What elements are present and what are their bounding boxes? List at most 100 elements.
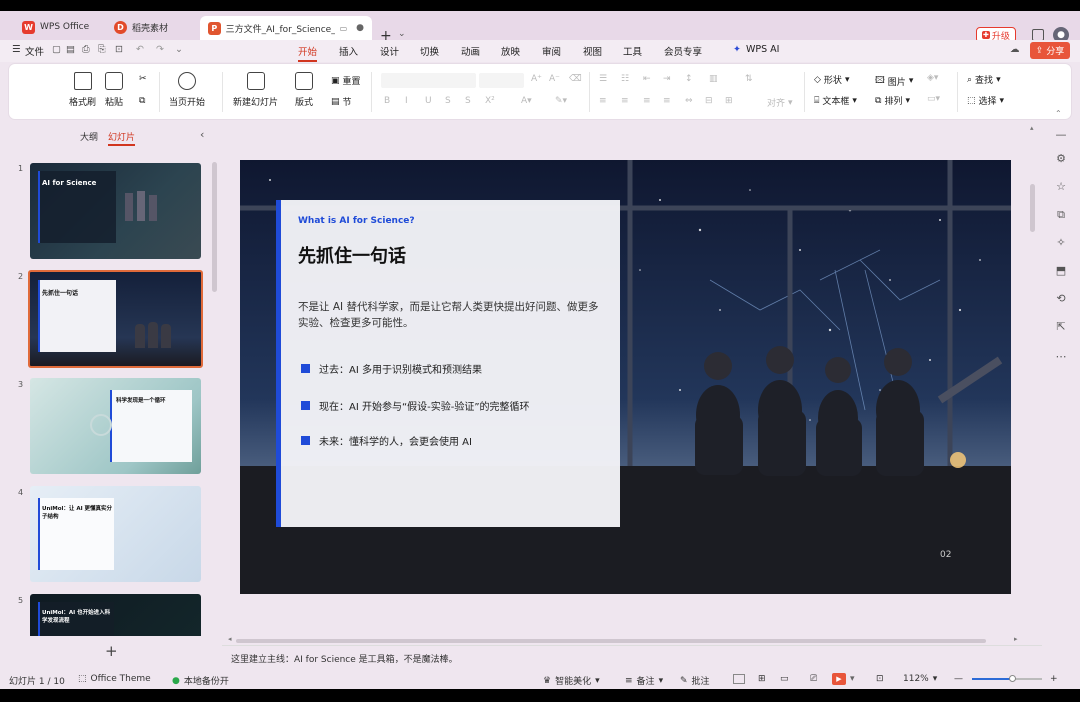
copy-icon[interactable]: ⧉: [139, 96, 145, 106]
paste-button[interactable]: 粘贴: [105, 72, 123, 108]
add-slide-plus-icon[interactable]: +: [105, 642, 118, 660]
undo-icon[interactable]: ↶: [136, 44, 144, 55]
file-menu[interactable]: 文件: [25, 44, 44, 58]
slide-thumbnail-2[interactable]: 先抓住一句话: [28, 270, 203, 368]
grow-font-icon[interactable]: A⁺: [531, 74, 542, 84]
menu-view[interactable]: 视图: [583, 44, 602, 58]
slides-tab[interactable]: 幻灯片: [108, 130, 136, 146]
canvas-vertical-scrollbar[interactable]: [1030, 184, 1035, 232]
zoom-slider[interactable]: [972, 675, 1042, 682]
cut-icon[interactable]: ✂: [139, 74, 147, 84]
menu-home[interactable]: 开始: [298, 44, 318, 62]
shrink-font-icon[interactable]: A⁻: [549, 74, 560, 84]
cloud-icon[interactable]: ☁: [1010, 44, 1020, 55]
canvas-horizontal-scrollbar[interactable]: [236, 639, 986, 643]
columns-icon[interactable]: ▥: [709, 74, 718, 84]
menu-animation[interactable]: 动画: [461, 44, 480, 58]
format-painter-button[interactable]: 格式刷: [69, 72, 96, 108]
decrease-indent-icon[interactable]: ⇤: [643, 74, 651, 84]
text-direction-icon[interactable]: ⇅: [745, 74, 753, 84]
sorter-view-icon[interactable]: ⊞: [758, 674, 766, 684]
shadow-icon[interactable]: S: [465, 96, 471, 106]
align-center-icon[interactable]: ≡: [621, 96, 629, 106]
text-fit-icon[interactable]: ⊞: [725, 96, 733, 106]
menu-review[interactable]: 审阅: [542, 44, 561, 58]
menu-slideshow[interactable]: 放映: [501, 44, 520, 58]
reading-view-icon[interactable]: ▭: [780, 674, 789, 684]
layout-button[interactable]: 版式: [295, 72, 313, 108]
zoom-slider-thumb[interactable]: [1009, 675, 1016, 682]
notes-button[interactable]: ≡ 备注 ▾: [625, 674, 663, 688]
scroll-right-icon[interactable]: ▸: [1014, 635, 1018, 643]
line-spacing-icon[interactable]: ↕: [685, 74, 693, 84]
star-icon[interactable]: ☆: [1054, 180, 1068, 194]
select-button[interactable]: ⬚ 选择 ▾: [967, 94, 1004, 108]
slide-thumbnail-3[interactable]: 科学发现是一个循环: [30, 378, 201, 474]
content-card[interactable]: What is AI for Science? 先抓住一句话 不是让 AI 替代…: [276, 200, 620, 527]
backup-button[interactable]: ● 本地备份开: [172, 674, 229, 688]
save-icon[interactable]: ▤: [66, 44, 75, 55]
highlight-icon[interactable]: ✎▾: [555, 96, 567, 106]
align-left-icon[interactable]: ≡: [599, 96, 607, 106]
font-size-select[interactable]: [479, 73, 524, 88]
slide-thumbnail-5[interactable]: UniMol：AI 也开始进入科学发现流程: [30, 594, 201, 636]
align-button[interactable]: 对齐 ▾: [767, 96, 793, 110]
play-slideshow-button[interactable]: ▶: [832, 673, 846, 685]
slideshow-settings-icon[interactable]: ⎚: [810, 674, 817, 684]
vertical-align-icon[interactable]: ⊟: [705, 96, 713, 106]
clear-format-icon[interactable]: ⌫: [569, 74, 582, 84]
image-edit-icon[interactable]: ⬒: [1054, 264, 1068, 278]
numbered-list-icon[interactable]: ☷: [621, 74, 629, 84]
tab-current-presentation[interactable]: P 三方文件_AI_for_Science_l ▭ ●: [200, 16, 372, 40]
outline-tab[interactable]: 大纲: [80, 130, 98, 143]
underline-icon[interactable]: U: [425, 96, 432, 106]
distribute-icon[interactable]: ⇔: [685, 96, 693, 106]
share-button[interactable]: ⇪ 分享: [1030, 42, 1070, 59]
tab-dropdown-icon[interactable]: ⌄: [398, 29, 406, 39]
from-current-button[interactable]: 当页开始: [169, 72, 205, 108]
new-slide-button[interactable]: 新建幻灯片: [233, 72, 278, 108]
tab-wps-office[interactable]: W WPS Office: [14, 16, 97, 38]
collapse-ribbon-icon[interactable]: ⌃: [1055, 109, 1062, 118]
menu-wps-ai[interactable]: WPS AI: [746, 44, 779, 55]
menu-design[interactable]: 设计: [380, 44, 399, 58]
notes-pane[interactable]: 这里建立主线：AI for Science 是工具箱，不是魔法棒。: [222, 645, 1042, 669]
more-icon[interactable]: ⋯: [1054, 350, 1068, 364]
zoom-out-icon[interactable]: —: [954, 674, 963, 684]
zoom-level[interactable]: 112% ▾: [903, 674, 937, 684]
italic-icon[interactable]: I: [405, 96, 408, 106]
more-quick-icon[interactable]: ⌄: [175, 44, 183, 55]
export-icon[interactable]: ⎙: [82, 44, 90, 55]
menu-insert[interactable]: 插入: [339, 44, 358, 58]
slideshow-dropdown-icon[interactable]: ▾: [850, 674, 855, 684]
font-color-icon[interactable]: A▾: [521, 96, 532, 106]
slide-thumbnail-1[interactable]: AI for Science: [30, 163, 201, 259]
magic-icon[interactable]: ✧: [1054, 236, 1068, 250]
open-icon[interactable]: ▢: [52, 44, 61, 55]
current-slide[interactable]: What is AI for Science? 先抓住一句话 不是让 AI 替代…: [240, 160, 1011, 594]
strikethrough-icon[interactable]: S: [445, 96, 451, 106]
comment-button[interactable]: ✎ 批注: [680, 674, 710, 688]
arrange-button[interactable]: ⧉ 排列 ▾: [875, 94, 910, 108]
settings-sliders-icon[interactable]: ⚙: [1054, 152, 1068, 166]
theme-button[interactable]: ⬚ Office Theme: [78, 674, 151, 684]
share-tool-icon[interactable]: ⇱: [1054, 320, 1068, 334]
shapes-button[interactable]: ◇ 形状 ▾: [814, 73, 849, 87]
hamburger-icon[interactable]: ☰: [12, 44, 21, 55]
speaker-notes-text[interactable]: 这里建立主线：AI for Science 是工具箱，不是魔法棒。: [231, 652, 458, 665]
tab-docer[interactable]: D 稻壳素材: [106, 16, 176, 38]
zoom-in-icon[interactable]: +: [1050, 674, 1058, 684]
tab-dot-icon[interactable]: ●: [356, 23, 364, 33]
redo-icon[interactable]: ↷: [156, 44, 164, 55]
font-name-select[interactable]: [381, 73, 476, 88]
find-button[interactable]: ⌕ 查找 ▾: [967, 73, 1001, 87]
history-icon[interactable]: ⟲: [1054, 292, 1068, 306]
bullet-list-icon[interactable]: ☰: [599, 74, 607, 84]
scroll-left-icon[interactable]: ◂: [228, 635, 232, 643]
beautify-button[interactable]: ♛ 智能美化 ▾: [543, 674, 600, 688]
menu-tools[interactable]: 工具: [623, 44, 642, 58]
print-icon[interactable]: ⎘: [98, 44, 106, 55]
collapse-panel-icon[interactable]: ‹: [200, 128, 204, 141]
menu-member[interactable]: 会员专享: [664, 44, 702, 58]
scroll-up-icon[interactable]: ▴: [1030, 124, 1034, 132]
